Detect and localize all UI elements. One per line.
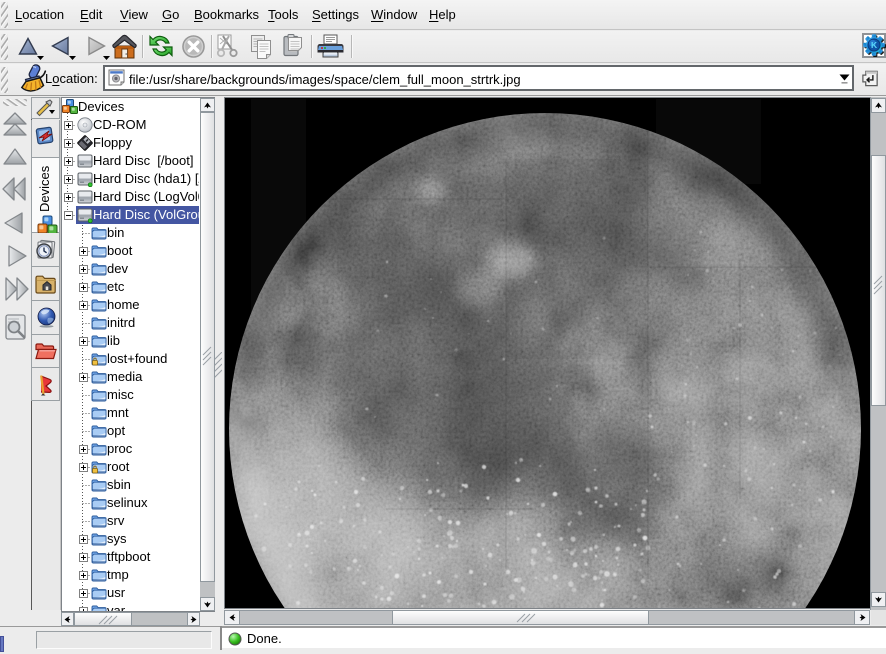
svg-text:K: K <box>871 40 878 50</box>
